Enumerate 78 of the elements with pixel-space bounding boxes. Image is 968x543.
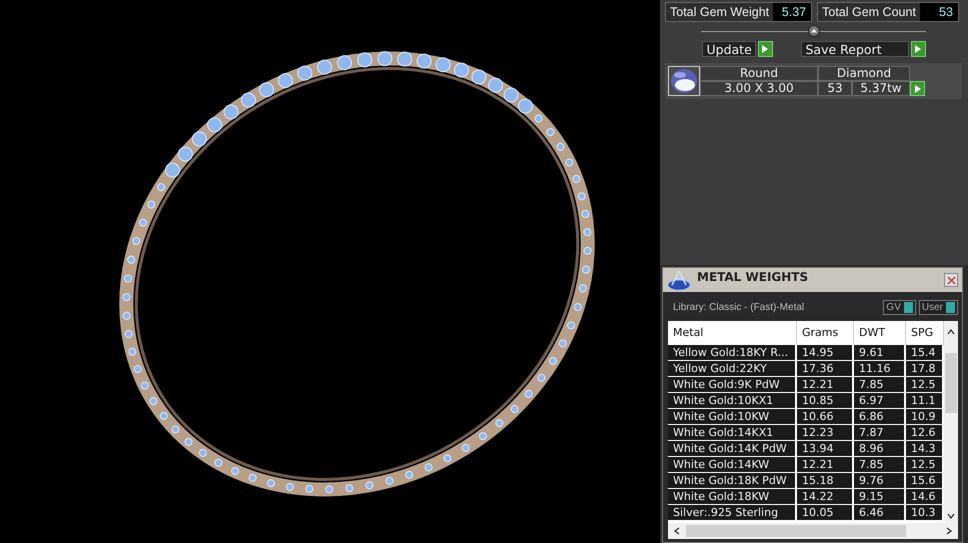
close-button[interactable] <box>944 273 958 287</box>
toggle-indicator <box>946 302 955 313</box>
summary-label: Total Gem Count <box>821 5 917 19</box>
table-cell: 14.6 <box>906 489 944 505</box>
scroll-thumb[interactable] <box>686 525 906 537</box>
scroll-right-icon <box>946 527 952 535</box>
table-cell: 6.86 <box>854 409 906 425</box>
summary-value: 5.37 <box>773 3 812 21</box>
table-cell: 7.85 <box>854 457 906 473</box>
table-cell: 15.4 <box>906 345 944 361</box>
table-cell: 12.23 <box>797 425 854 441</box>
table-cell: 12.21 <box>797 457 854 473</box>
table-cell: 15.6 <box>906 473 944 489</box>
table-cell: 14.95 <box>797 345 854 361</box>
table-cell: 11.16 <box>854 361 906 377</box>
table-cell: Yellow Gold:22KY <box>668 361 797 377</box>
table-cell: 12.5 <box>906 377 944 393</box>
library-label: Library: Classic - (Fast)-Metal <box>673 302 806 313</box>
table-cell: 9.76 <box>854 473 906 489</box>
gem-cell: 53 <box>818 81 852 96</box>
table-cell: White Gold:10KX1 <box>668 393 797 409</box>
table-cell: 8.96 <box>854 441 906 457</box>
table-cell: White Gold:18K PdW <box>668 473 797 489</box>
gem-cell: 5.37tw <box>852 81 910 96</box>
table-cell: White Gold:18KW <box>668 489 797 505</box>
table-cell: White Gold:9K PdW <box>668 377 797 393</box>
toggle-switch[interactable]: GV <box>883 300 916 315</box>
table-cell: 9.61 <box>854 345 906 361</box>
table-cell: 12.6 <box>906 425 944 441</box>
toggle-label: GV <box>886 302 901 313</box>
action-button[interactable]: Save Report <box>800 41 908 57</box>
play-icon <box>914 44 922 54</box>
table-cell: 17.8 <box>906 361 944 377</box>
gem-cell: Round <box>700 66 818 81</box>
table-cell: 7.87 <box>854 425 906 441</box>
toggle-switch[interactable]: User <box>918 300 958 315</box>
table-cell: 12.5 <box>906 457 944 473</box>
table-cell: 9.15 <box>854 489 906 505</box>
table-cell: 10.05 <box>797 505 854 521</box>
scroll-up-icon <box>947 329 955 335</box>
gem-cell: 3.00 X 3.00 <box>700 81 818 96</box>
gem-cell: Diamond <box>818 66 910 81</box>
action-button[interactable]: Update <box>702 41 756 57</box>
table-cell: 14.22 <box>797 489 854 505</box>
play-button[interactable] <box>758 41 772 57</box>
table-cell: White Gold:14KX1 <box>668 425 797 441</box>
table-cell: 6.46 <box>854 505 906 521</box>
table-cell: White Gold:14KW <box>668 457 797 473</box>
table-cell: 12.21 <box>797 377 854 393</box>
table-cell: 10.3 <box>906 505 944 521</box>
toggle-indicator <box>904 302 913 313</box>
scroll-down-icon <box>947 513 955 519</box>
table-cell: 13.94 <box>797 441 854 457</box>
play-icon <box>914 84 922 94</box>
table-cell: Silver:.925 Sterling <box>668 505 797 521</box>
table-cell: 15.18 <box>797 473 854 489</box>
close-icon <box>946 276 956 284</box>
table-cell: Yellow Gold:18KY R... <box>668 345 797 361</box>
play-button[interactable] <box>910 41 926 57</box>
collapse-handle-icon[interactable] <box>808 25 820 37</box>
scroll-thumb[interactable] <box>945 353 957 413</box>
table-cell: White Gold:14K PdW <box>668 441 797 457</box>
table-cell: 6.97 <box>854 393 906 409</box>
table-cell: 7.85 <box>854 377 906 393</box>
toggle-label: User <box>922 302 943 313</box>
table-cell: 14.3 <box>906 441 944 457</box>
panel-title: METAL WEIGHTS <box>697 270 810 284</box>
play-icon <box>761 44 769 54</box>
scroll-left-icon <box>674 527 680 535</box>
table-cell: 10.66 <box>797 409 854 425</box>
table-cell: 17.36 <box>797 361 854 377</box>
table-cell: White Gold:10KW <box>668 409 797 425</box>
summary-value: 53 <box>920 3 958 21</box>
beaker-icon <box>667 269 691 291</box>
table-cell: 11.1 <box>906 393 944 409</box>
summary-label: Total Gem Weight <box>669 5 770 19</box>
table-cell: 10.85 <box>797 393 854 409</box>
table-cell: 10.9 <box>906 409 944 425</box>
